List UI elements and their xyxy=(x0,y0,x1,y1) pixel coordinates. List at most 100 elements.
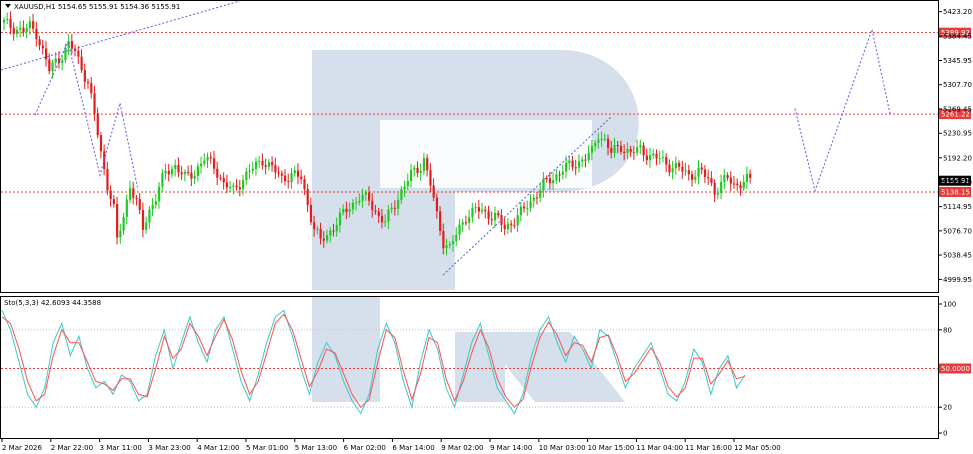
price-tick-label: 5423.20 xyxy=(943,8,972,16)
wave-line xyxy=(34,40,139,191)
candle-body xyxy=(529,200,532,208)
candle-body xyxy=(158,186,161,202)
candle-body xyxy=(442,231,445,249)
candle-body xyxy=(623,151,626,153)
chart-canvas: 5389.925261.225138.155155.91 5423.205384… xyxy=(0,0,972,452)
candle-body xyxy=(632,151,636,153)
candle-body xyxy=(384,221,387,223)
indicator-tick-label: 20 xyxy=(943,404,952,412)
candle-body xyxy=(610,147,613,153)
candle-body xyxy=(584,159,587,161)
candle-body xyxy=(148,209,151,223)
candle-body xyxy=(413,167,416,170)
candle-body xyxy=(435,197,439,212)
candle-body xyxy=(90,82,93,94)
candle-body xyxy=(209,157,212,159)
candle-body xyxy=(258,160,261,162)
chevron-down-icon[interactable] xyxy=(5,4,11,8)
candle-body xyxy=(164,170,167,174)
candle-body xyxy=(99,135,103,152)
candle-body xyxy=(135,197,138,200)
candle-body xyxy=(645,155,648,161)
candle-body xyxy=(516,215,519,226)
price-tick-label: 5345.95 xyxy=(943,57,972,65)
candle-body xyxy=(284,175,287,182)
candle-body xyxy=(503,224,506,230)
candle-body xyxy=(203,160,206,164)
candle-body xyxy=(387,209,390,222)
candle-body xyxy=(403,186,406,190)
candle-body xyxy=(587,152,590,161)
candle-body xyxy=(61,60,64,64)
candle-body xyxy=(720,181,723,194)
candle-body xyxy=(687,170,690,175)
candle-body xyxy=(122,216,125,231)
price-tick-label: 5269.45 xyxy=(943,105,972,113)
candle-body xyxy=(132,188,135,198)
candle-body xyxy=(684,170,687,172)
candle-body xyxy=(526,207,529,209)
candle-body xyxy=(739,185,742,189)
candle-body xyxy=(93,93,96,114)
candle-body xyxy=(261,160,264,166)
candle-body xyxy=(277,172,280,174)
candle-body xyxy=(636,147,639,153)
candle-body xyxy=(355,202,358,204)
candle-body xyxy=(678,162,681,167)
price-tick-label: 5384.45 xyxy=(943,33,972,41)
candle-body xyxy=(535,197,539,199)
candle-body xyxy=(390,207,393,210)
candle-body xyxy=(183,171,187,175)
candle-body xyxy=(106,169,109,191)
candle-body xyxy=(523,206,526,209)
candle-body xyxy=(364,192,367,195)
candle-body xyxy=(138,199,141,211)
candle-body xyxy=(439,211,442,232)
candle-body xyxy=(426,158,429,171)
candle-body xyxy=(41,45,44,49)
candle-body xyxy=(445,245,448,249)
candle-body xyxy=(15,29,19,34)
candle-body xyxy=(32,21,35,29)
candle-body xyxy=(380,215,384,223)
candle-body xyxy=(351,202,355,210)
candle-body xyxy=(35,28,38,40)
candle-body xyxy=(742,181,745,189)
candle-body xyxy=(471,207,474,218)
chart-window: 5389.92 5261.22 5138.15 5155.91 5423.20 5384… xyxy=(0,0,973,454)
candle-body xyxy=(80,56,83,71)
candle-body xyxy=(484,209,487,212)
candle-body xyxy=(367,192,371,201)
candle-body xyxy=(342,208,345,213)
candle-body xyxy=(661,157,665,159)
candle-body xyxy=(206,157,209,161)
candle-body xyxy=(397,200,400,209)
candle-body xyxy=(271,162,274,166)
candle-body xyxy=(419,170,422,174)
time-tick-label: 12 Mar 05:00 xyxy=(734,444,781,452)
price-tick-label: 5114.95 xyxy=(943,203,972,211)
time-tick-label: 6 Mar 02:00 xyxy=(344,444,386,452)
forecast-line xyxy=(794,27,891,193)
candle-body xyxy=(54,58,57,63)
candle-body xyxy=(38,39,41,46)
candle-body xyxy=(290,173,293,183)
candle-body xyxy=(19,27,22,30)
candle-body xyxy=(474,207,477,209)
candle-body xyxy=(493,212,497,221)
candle-body xyxy=(600,138,603,140)
candle-body xyxy=(28,21,32,29)
price-tick-label: 5076.70 xyxy=(943,227,972,235)
candle-body xyxy=(296,170,300,177)
candle-body xyxy=(12,27,15,34)
candle-body xyxy=(161,173,164,187)
candle-body xyxy=(681,166,684,172)
candle-body xyxy=(455,234,458,242)
price-tick-label: 4999.95 xyxy=(943,276,972,284)
candle-body xyxy=(374,210,377,212)
candle-body xyxy=(532,197,535,201)
indicator-tick-label: 0 xyxy=(943,430,947,438)
time-tick-label: 3 Mar 11:00 xyxy=(100,444,142,452)
candle-body xyxy=(429,170,432,186)
candle-body xyxy=(313,222,316,230)
